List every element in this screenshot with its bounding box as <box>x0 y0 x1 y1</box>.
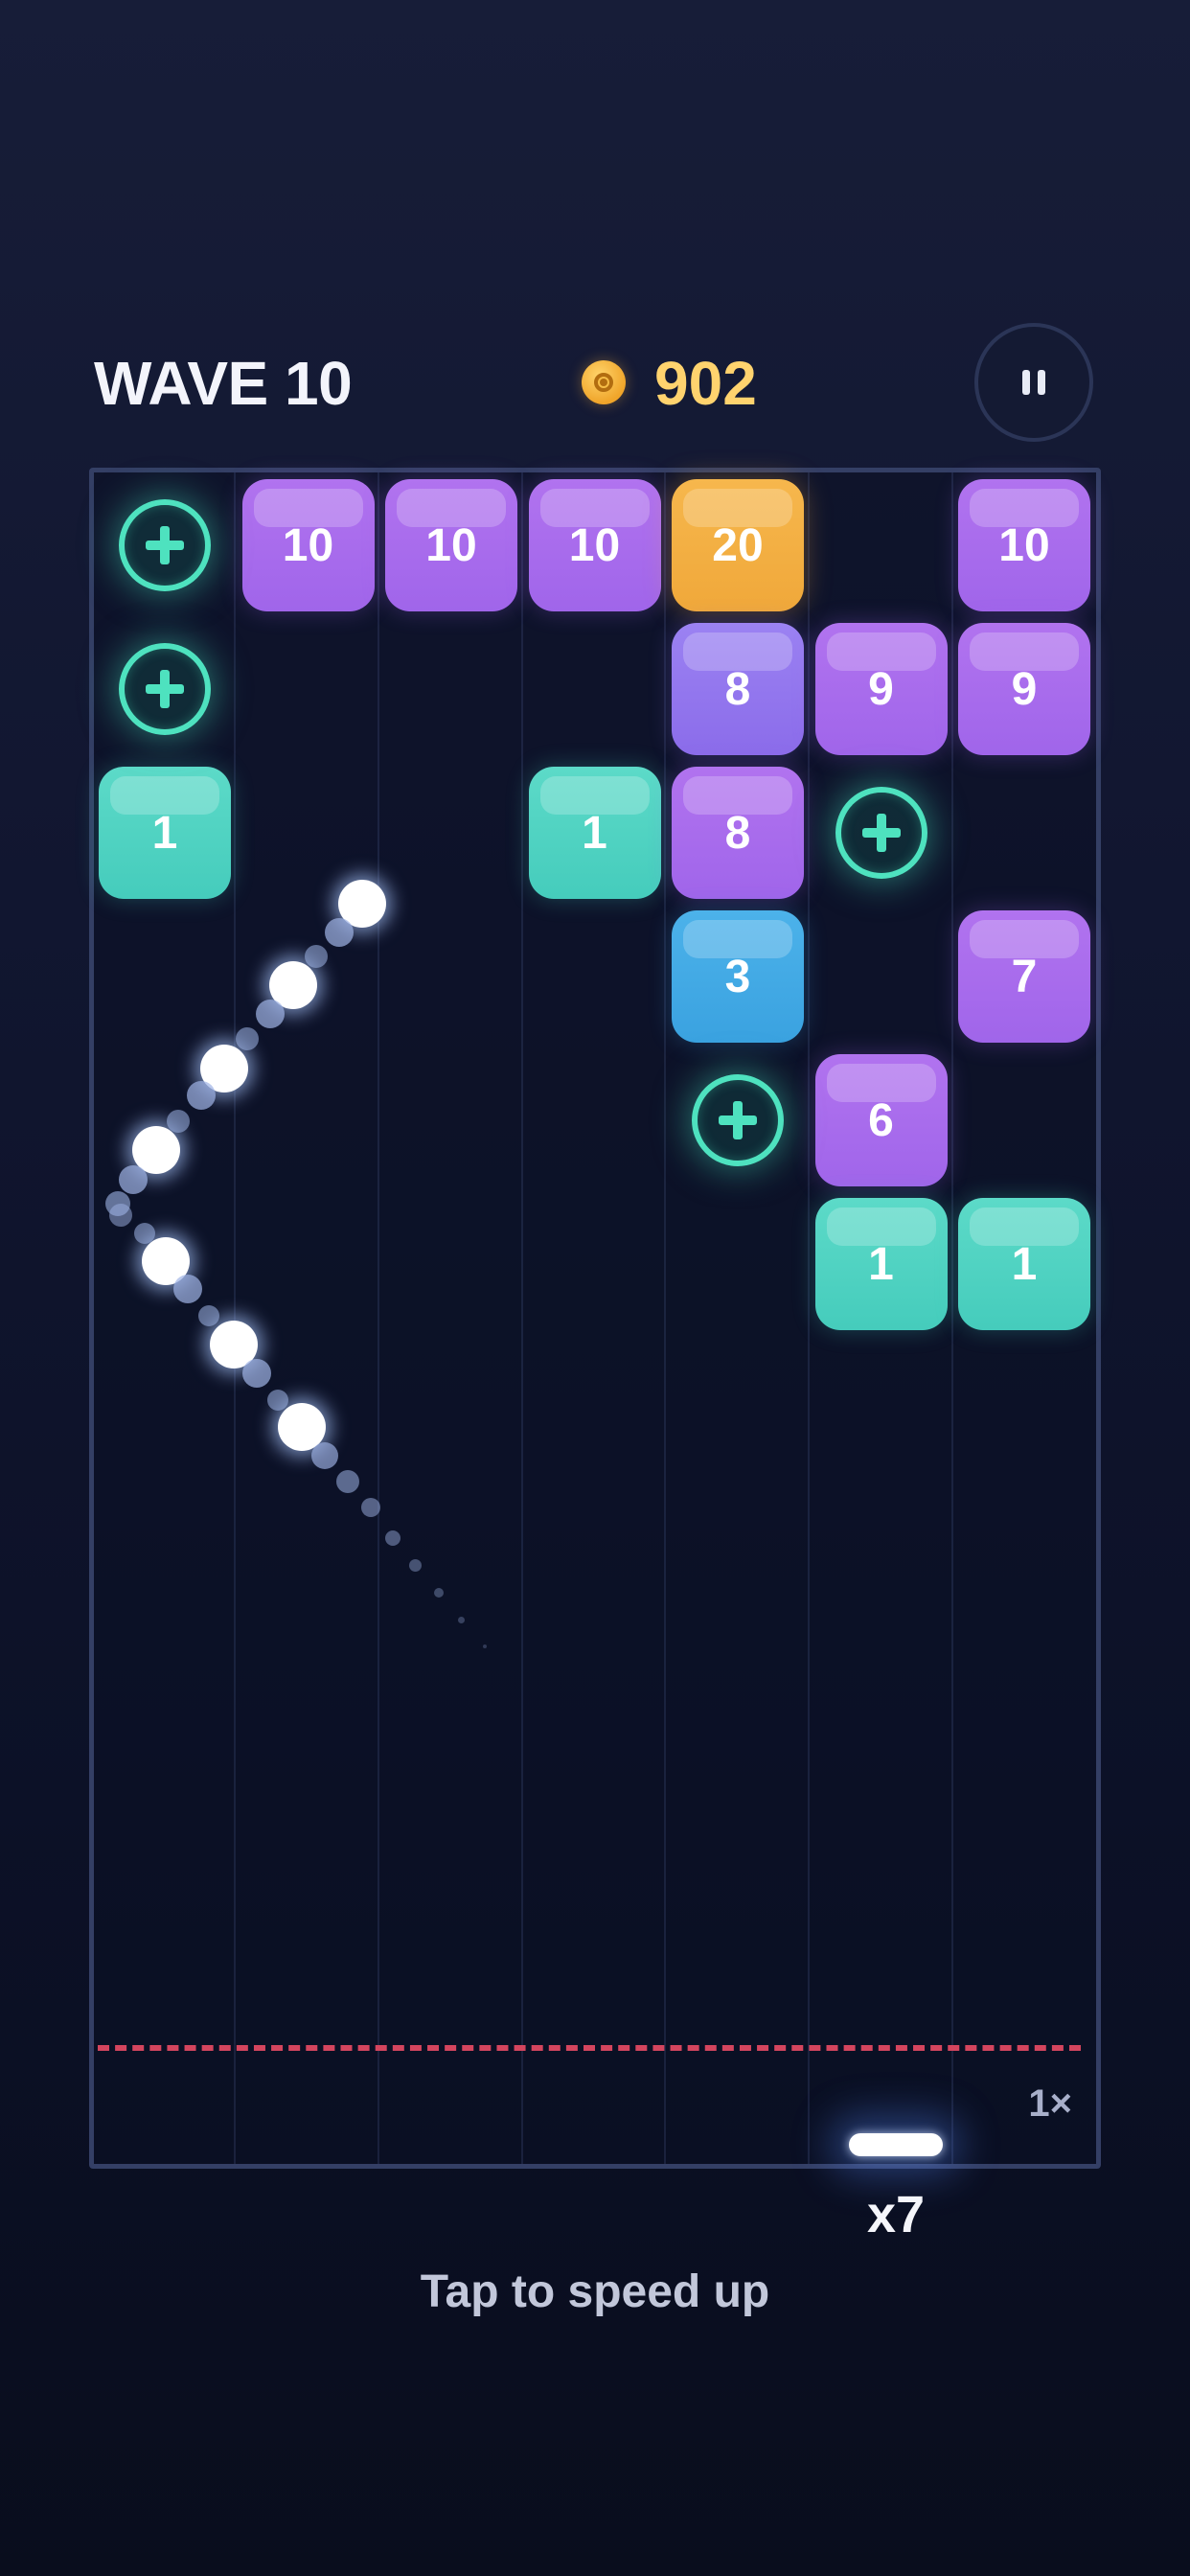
brick: 10 <box>385 479 517 611</box>
brick-hit-count: 10 <box>425 519 477 571</box>
brick-hit-count: 20 <box>712 519 764 571</box>
brick: 10 <box>241 479 375 611</box>
brick: 10 <box>528 479 661 611</box>
brick-hit-count: 7 <box>1011 951 1038 1002</box>
plus-ball-powerup-icon <box>692 1074 784 1166</box>
brick-hit-count: 1 <box>582 807 607 859</box>
coin-count: 902 <box>654 349 757 418</box>
game-board[interactable]: 1× 10 10 10 20 10 8 9 9 1 1 8 3 7 6 1 1 <box>89 468 1101 2169</box>
speed-up-hint: Tap to speed up <box>420 2266 770 2317</box>
brick-hit-count: 3 <box>724 951 751 1002</box>
pause-button[interactable] <box>974 323 1093 442</box>
brick-hit-count: 1 <box>1011 1238 1038 1290</box>
brick-hit-count: 9 <box>868 663 894 715</box>
brick: 1 <box>99 767 231 899</box>
brick: 1 <box>814 1198 948 1330</box>
brick-hit-count: 9 <box>1011 663 1038 715</box>
brick: 20 <box>672 479 804 611</box>
brick: 3 <box>672 910 804 1043</box>
brick: 8 <box>672 767 804 899</box>
brick-hit-count: 10 <box>998 519 1050 571</box>
brick: 10 <box>958 479 1090 611</box>
brick-hit-count: 10 <box>282 519 334 571</box>
brick-hit-count: 1 <box>868 1238 894 1290</box>
brick-hit-count: 6 <box>868 1094 894 1146</box>
brick-hit-count: 10 <box>568 519 621 571</box>
brick: 9 <box>814 623 948 755</box>
ball-count: x7 <box>866 2186 926 2243</box>
brick-hit-count: 1 <box>151 807 178 859</box>
brick: 1 <box>958 1198 1090 1330</box>
launcher <box>849 2133 943 2156</box>
speed-indicator: 1× <box>1028 2082 1072 2125</box>
plus-ball-powerup-icon <box>119 643 211 735</box>
coin-icon <box>582 360 626 404</box>
brick-hit-count: 8 <box>724 663 751 715</box>
pause-icon <box>1018 370 1049 395</box>
brick: 1 <box>528 767 661 899</box>
plus-ball-powerup-icon <box>119 499 211 591</box>
brick-hit-count: 8 <box>724 807 751 859</box>
danger-line <box>98 2045 1081 2051</box>
plus-ball-powerup-icon <box>835 787 927 879</box>
brick: 6 <box>814 1054 948 1186</box>
brick: 9 <box>958 623 1090 755</box>
brick: 8 <box>672 623 804 755</box>
wave-label: WAVE 10 <box>94 349 353 418</box>
brick: 7 <box>958 910 1090 1043</box>
